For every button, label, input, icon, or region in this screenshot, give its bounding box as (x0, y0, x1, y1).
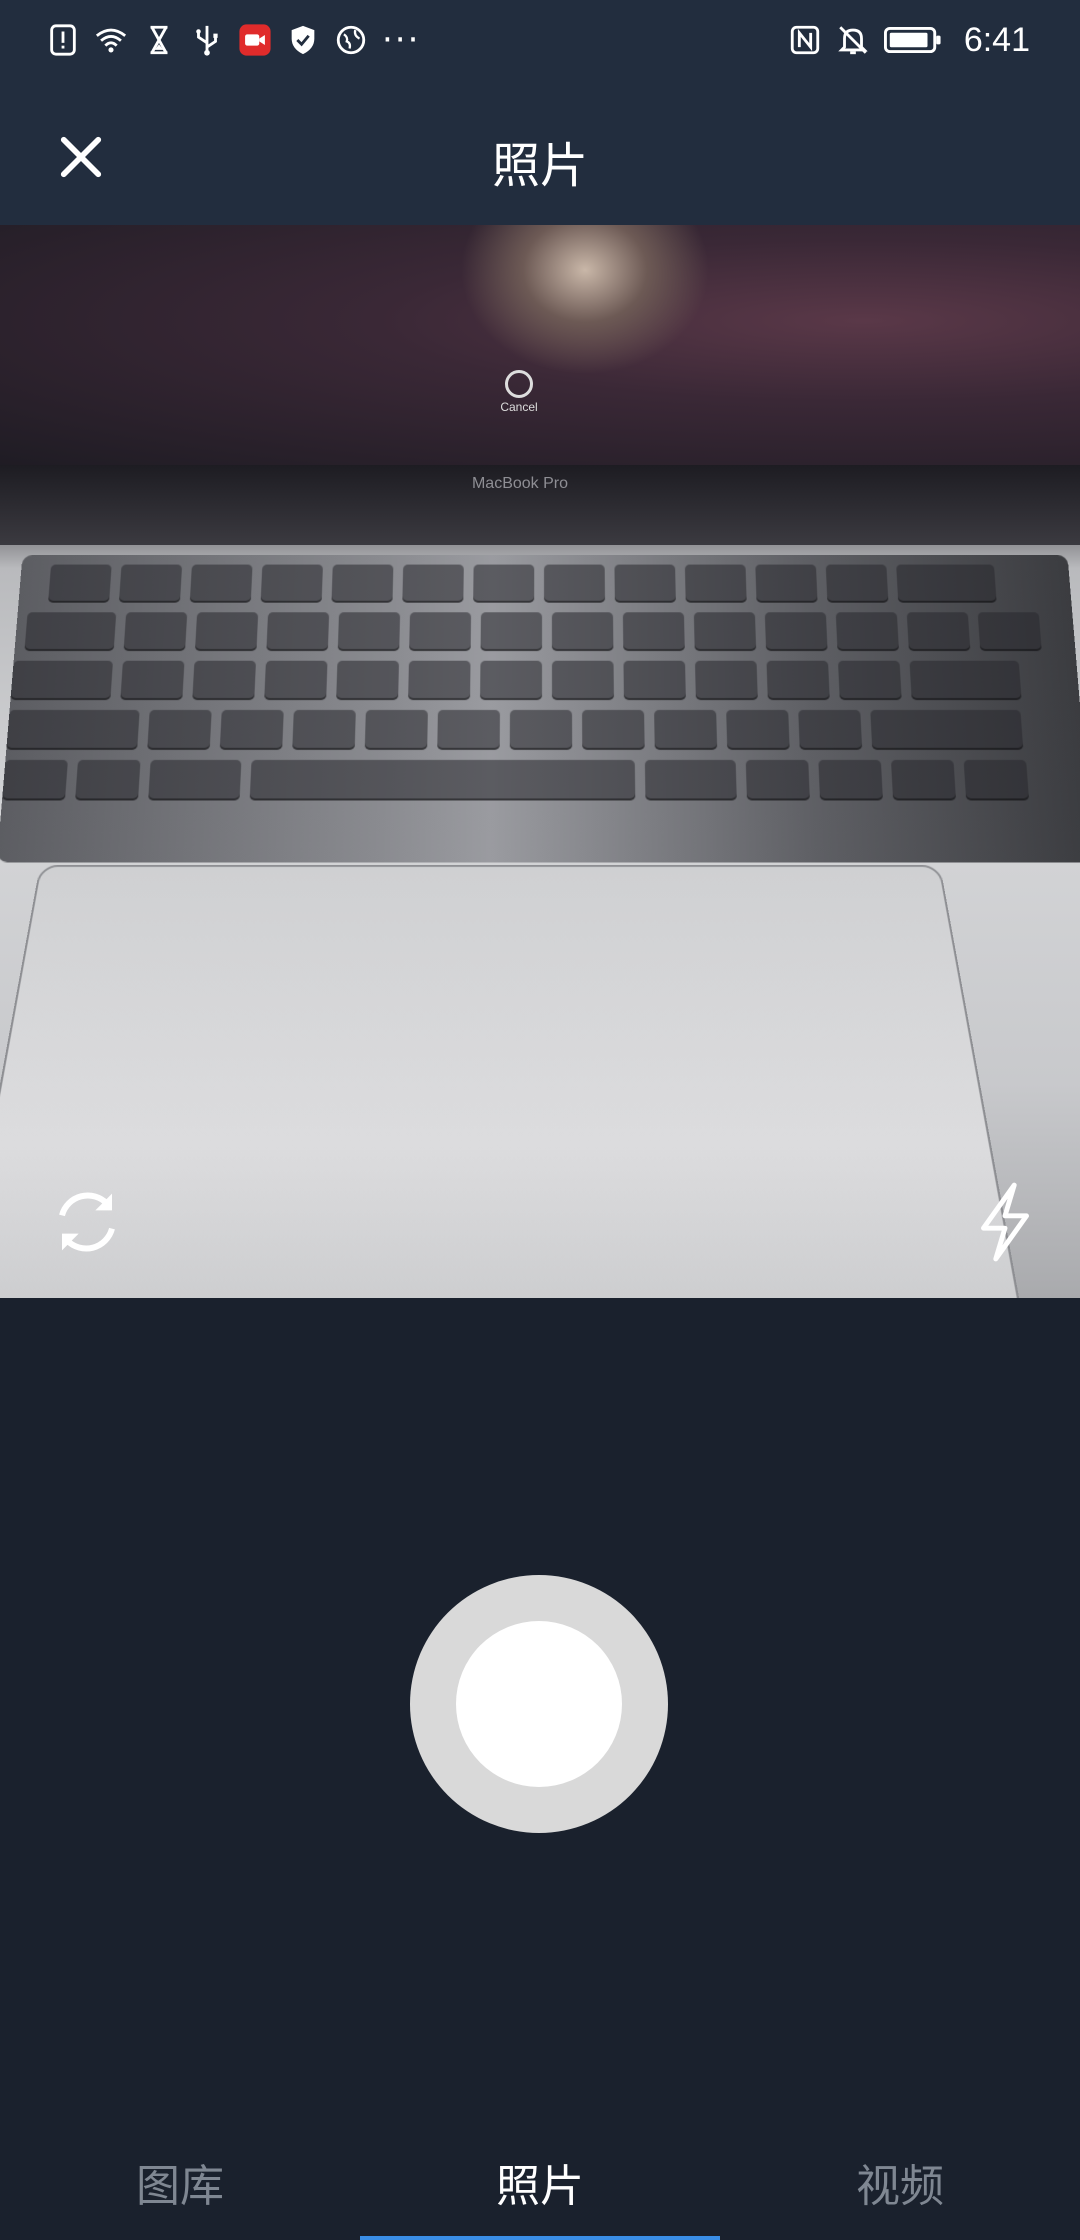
battery-icon (883, 23, 942, 57)
status-right: 6:41 (788, 21, 1030, 60)
alert-icon (46, 23, 80, 57)
tab-photo[interactable]: 照片 (360, 2150, 720, 2214)
tab-video[interactable]: 视频 (720, 2150, 1080, 2214)
switch-camera-button[interactable] (42, 1177, 132, 1267)
usb-icon (190, 23, 224, 57)
clock: 6:41 (963, 20, 1030, 59)
status-left: ··· (46, 23, 420, 57)
more-notifications: ··· (382, 20, 421, 60)
tab-gallery[interactable]: 图库 (0, 2150, 360, 2214)
screen-wallpaper (460, 225, 710, 375)
screen-cancel-text: Cancel (500, 400, 538, 414)
shield-icon (286, 23, 320, 57)
flash-icon (981, 1182, 1030, 1262)
wifi-icon (94, 23, 128, 57)
active-tab-indicator (360, 2236, 720, 2240)
globe-icon (334, 23, 368, 57)
switch-camera-icon (59, 1192, 115, 1252)
shutter-inner (456, 1621, 622, 1787)
laptop-keyboard (0, 555, 1080, 863)
nfc-icon (788, 23, 822, 57)
laptop-label: MacBook Pro (471, 475, 569, 492)
page-title: 照片 (491, 138, 588, 194)
bell-off-icon (836, 23, 870, 57)
hourglass-icon (142, 23, 176, 57)
title-bar: 照片 (0, 80, 1080, 225)
shutter-button[interactable] (410, 1575, 668, 1833)
screen-record-icon (238, 23, 272, 57)
status-bar: ··· 6:41 (0, 0, 1080, 80)
mode-tab-bar: 图库 照片 视频 (0, 2140, 1080, 2240)
camera-preview[interactable]: Cancel MacBook Pro (0, 225, 1080, 1298)
screen-cancel-icon (505, 370, 533, 398)
flash-button[interactable] (960, 1177, 1050, 1267)
laptop-trackpad (0, 865, 1033, 1298)
